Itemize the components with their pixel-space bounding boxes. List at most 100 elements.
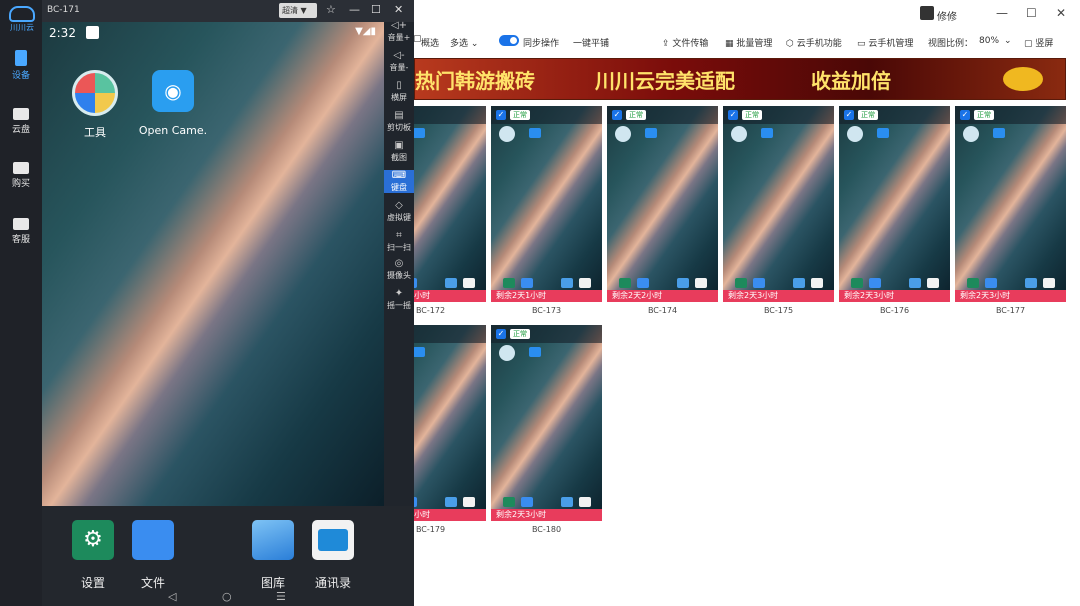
device-card[interactable]: ✓ 正常 剩余2天3小时 [723,106,834,302]
cloud-phone-manage-button[interactable]: ▭ 云手机管理 [857,36,913,49]
contacts-icon [927,278,939,288]
card-checkbox[interactable]: ✓ [612,110,622,120]
device-card[interactable]: ✓ 正常 剩余2天2小时 [607,106,718,302]
tools-folder-icon [731,126,747,142]
nav-item-support[interactable]: 客服 [0,218,42,245]
dock-gallery[interactable]: 图库 [243,520,303,591]
device-card[interactable]: ✓ 正常 剩余2天3小时 [955,106,1066,302]
nav-label: 云盘 [11,125,30,135]
card-checkbox[interactable]: ✓ [960,110,970,120]
minimize-button[interactable]: — [349,3,360,16]
portrait-toggle[interactable]: ▢ 竖屏 [1024,36,1053,49]
dock-files[interactable]: 文件 [123,520,183,591]
close-button[interactable]: ✕ [394,3,403,16]
dock-settings[interactable]: ⚙ 设置 [63,520,123,591]
device-screen-thumbnail[interactable]: ✓ 正常 剩余2天3小时 [955,106,1066,302]
camera-icon [414,128,425,138]
camera-icon [414,347,425,357]
remaining-time-bar: 剩余2天3小时 [723,290,834,302]
card-header [491,325,602,343]
device-screen-thumbnail[interactable]: ✓ 正常 剩余2天1小时 [491,106,602,302]
card-checkbox[interactable]: ✓ [844,110,854,120]
gallery-icon [445,278,457,288]
volume-up-icon: ◁+ [390,20,408,31]
card-checkbox[interactable]: ✓ [496,329,506,339]
signal-battery-icons: ▼◢▮ [355,26,376,37]
app-open-camera[interactable]: ◉ Open Came. [138,70,208,137]
gallery-icon [252,520,294,560]
promo-banner[interactable]: 热门韩游搬砖 川川云完美适配 收益加倍 [414,58,1066,100]
gallery-icon [909,278,921,288]
batch-manage-button[interactable]: ▦ 批量管理 [725,36,772,49]
device-screen-thumbnail[interactable]: ✓ 正常 剩余2天3小时 [839,106,950,302]
device-card[interactable]: ✓ 正常 剩余2天1小时 [375,106,486,302]
main-toolbar: ▢ 概选 多选 ⌄ 同步操作 一键平铺 ⇪ 文件传输 ▦ 批量管理 ⬡ 云手机功… [413,28,1080,54]
device-name: BC-179 [415,525,446,534]
view-ratio-value[interactable]: 80% [979,36,999,46]
cloud-logo-icon [9,6,35,22]
nav-label: 客服 [11,235,30,245]
rotate-button[interactable]: ▯ 横屏 [384,80,414,103]
device-card[interactable]: ✓ 正常 剩余2天3小时 [491,325,602,521]
recents-icon[interactable]: ☰ [276,590,286,603]
sync-toggle[interactable] [499,35,519,46]
volume-up-button[interactable]: ◁+ 音量+ [384,20,414,43]
folder-icon [521,497,533,507]
tool-label: 音量+ [387,33,411,42]
volume-down-button[interactable]: ◁- 音量- [384,50,414,73]
dock-contacts[interactable]: 通讯录 [303,520,363,591]
tools-folder-icon [383,126,399,142]
settings-icon [387,278,399,288]
maximize-button[interactable]: ☐ [371,3,381,16]
dock-label: 通讯录 [314,576,351,590]
card-header [414,325,486,343]
invert-select-button[interactable]: 概选 [421,36,439,49]
card-checkbox[interactable]: ✓ [380,329,390,339]
status-badge: 正常 [974,110,994,120]
cloud-upload-icon [13,108,29,120]
tools-folder-icon [72,70,118,116]
back-icon[interactable]: ◁ [168,590,176,603]
dock-label: 设置 [80,576,105,590]
card-checkbox[interactable]: ✓ [380,110,390,120]
app-tools[interactable]: 工具 [60,70,130,140]
minimize-button[interactable]: — [996,6,1008,20]
device-screen-thumbnail[interactable]: ✓ 正常 剩余2天3小时 [380,325,486,521]
pin-icon[interactable]: ☆ [326,3,336,16]
settings-icon: ⚙ [72,520,114,560]
folder-icon [869,278,881,288]
status-badge: 正常 [626,110,646,120]
device-card[interactable]: ✓ 正常 剩余2天1小时 [491,106,602,302]
device-name: BC-173 [531,306,562,315]
avatar[interactable] [920,6,934,20]
device-card[interactable]: ✓ 正常 剩余2天3小时 [375,325,486,521]
logo-text: 川川云 [10,23,34,32]
contacts-icon [579,497,591,507]
cloud-phone-functions-button[interactable]: ⬡ 云手机功能 [786,36,842,49]
card-checkbox[interactable]: ✓ [728,110,738,120]
phone-screen[interactable]: 2:32 ▼◢▮ 工具 ◉ Open Came. [42,22,384,506]
banner-text-2: 川川云完美适配 [595,69,735,93]
nav-item-cloud-disk[interactable]: 云盘 [0,108,42,135]
home-icon[interactable]: ○ [222,590,232,603]
gold-coins-icon [1003,67,1043,91]
maximize-button[interactable]: ☐ [1026,6,1037,20]
nav-item-buy[interactable]: 购买 [0,162,42,189]
remaining-time-bar: 剩余2天3小时 [839,290,950,302]
device-screen-thumbnail[interactable]: ✓ 正常 剩余2天1小时 [380,106,486,302]
folder-icon [521,278,533,288]
device-screen-thumbnail[interactable]: ✓ 正常 剩余2天3小时 [491,325,602,521]
tile-button[interactable]: 一键平铺 [573,36,609,49]
quality-select[interactable]: 超清 ▼ [279,3,317,18]
multi-select-dropdown[interactable]: 多选 ⌄ [450,36,478,49]
device-card[interactable]: ✓ 正常 剩余2天3小时 [839,106,950,302]
device-screen-thumbnail[interactable]: ✓ 正常 剩余2天2小时 [607,106,718,302]
view-ratio-dropdown-icon[interactable]: ⌄ [1004,36,1012,46]
card-checkbox[interactable]: ✓ [496,110,506,120]
status-badge: 正常 [858,110,878,120]
device-screen-thumbnail[interactable]: ✓ 正常 剩余2天3小时 [723,106,834,302]
status-badge: 正常 [394,329,414,339]
nav-item-devices[interactable]: 设备 [0,50,42,81]
file-transfer-button[interactable]: ⇪ 文件传输 [662,36,708,49]
close-button[interactable]: ✕ [1056,6,1066,20]
